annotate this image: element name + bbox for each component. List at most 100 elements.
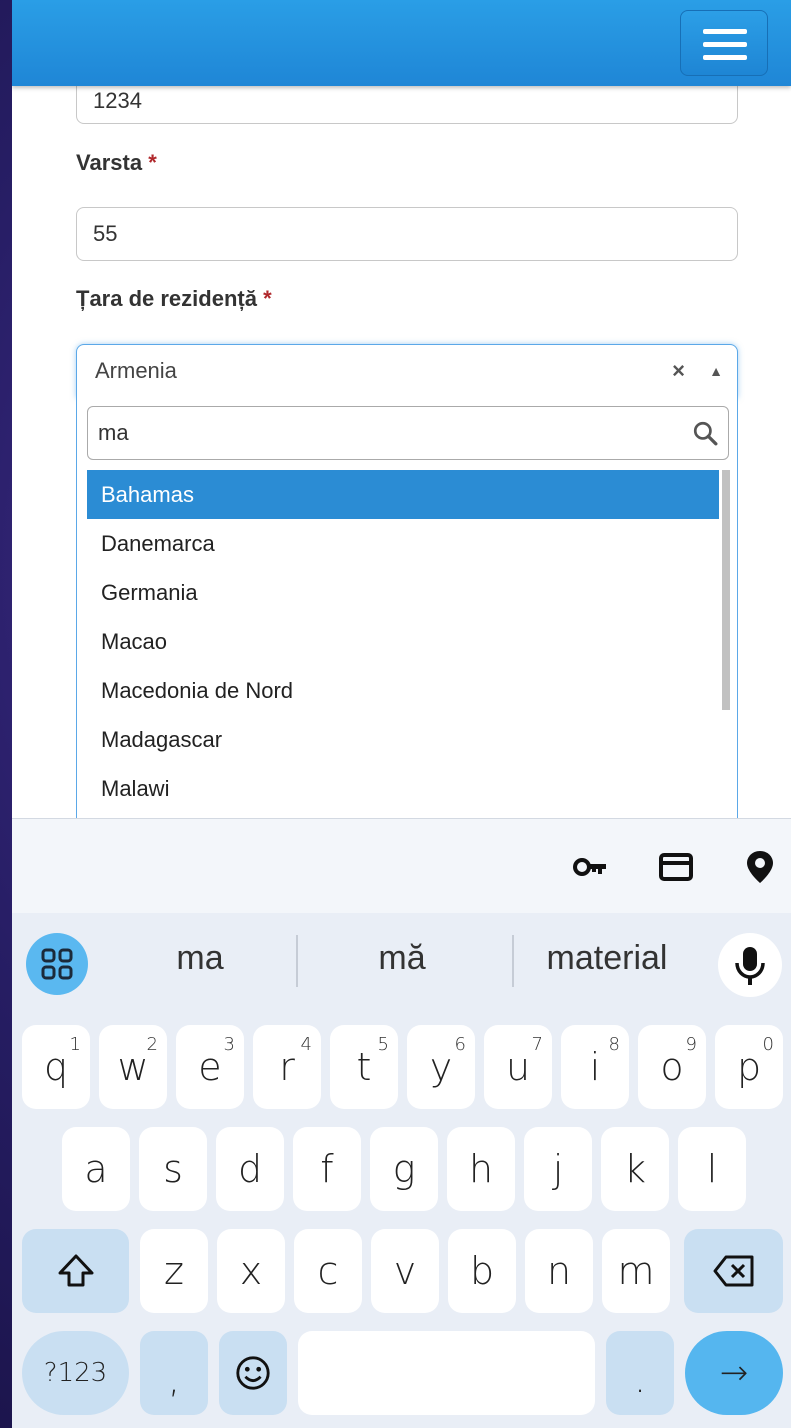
letter-key[interactable]: j: [524, 1127, 592, 1211]
autofill-bar: [12, 819, 791, 913]
country-selected-value: Armenia: [95, 358, 177, 383]
letter-key[interactable]: e3: [176, 1025, 244, 1109]
letter-key-label: j: [552, 1147, 564, 1191]
letter-key[interactable]: i8: [561, 1025, 629, 1109]
letter-key-label: u: [505, 1045, 531, 1089]
letter-key[interactable]: f: [293, 1127, 361, 1211]
letter-key[interactable]: g: [370, 1127, 438, 1211]
dropdown-scrollbar[interactable]: [722, 470, 730, 710]
emoji-key[interactable]: [219, 1331, 287, 1415]
key-number-hint: 5: [377, 1034, 389, 1055]
letter-key[interactable]: x: [217, 1229, 285, 1313]
country-option[interactable]: Madagascar: [87, 715, 719, 764]
letter-key[interactable]: t5: [330, 1025, 398, 1109]
country-option[interactable]: Macedonia de Nord: [87, 666, 719, 715]
space-bar[interactable]: [298, 1331, 595, 1415]
credit-card-icon[interactable]: [658, 849, 694, 885]
letter-key-label: t: [356, 1045, 372, 1089]
letter-key[interactable]: n: [525, 1229, 593, 1313]
location-pin-icon[interactable]: [742, 849, 778, 885]
letter-key[interactable]: m: [602, 1229, 670, 1313]
letter-key[interactable]: l: [678, 1127, 746, 1211]
letter-key[interactable]: r4: [253, 1025, 321, 1109]
letter-key[interactable]: v: [371, 1229, 439, 1313]
letter-key[interactable]: s: [139, 1127, 207, 1211]
menu-icon-bar: [703, 42, 747, 47]
letter-key[interactable]: d: [216, 1127, 284, 1211]
letter-key-label: c: [317, 1249, 339, 1293]
country-option[interactable]: Germania: [87, 568, 719, 617]
key-number-hint: 3: [223, 1034, 235, 1055]
menu-icon-bar: [703, 55, 747, 60]
letter-key-label: a: [84, 1147, 108, 1191]
letter-key[interactable]: q1: [22, 1025, 90, 1109]
key-number-hint: 4: [300, 1034, 312, 1055]
symbols-key[interactable]: ?123: [22, 1331, 129, 1415]
emoji-icon: [236, 1356, 270, 1390]
letter-key-label: v: [393, 1249, 417, 1293]
country-option[interactable]: Danemarca: [87, 519, 719, 568]
letter-key-label: d: [237, 1147, 263, 1191]
country-label: Țara de rezidență *: [76, 286, 272, 311]
country-options-list: Bahamas Danemarca Germania Macao Macedonia d…: [87, 470, 719, 813]
letter-key[interactable]: h: [447, 1127, 515, 1211]
letter-key-label: k: [623, 1147, 646, 1191]
shift-icon: [58, 1254, 93, 1287]
enter-key[interactable]: →: [685, 1331, 783, 1415]
comma-key-label: ,: [167, 1357, 181, 1401]
letter-key-label: w: [117, 1045, 149, 1089]
comma-key[interactable]: ,: [140, 1331, 208, 1415]
letter-key-label: g: [392, 1147, 416, 1191]
letter-key-label: h: [468, 1147, 494, 1191]
apps-grid-button[interactable]: [26, 933, 88, 995]
key-number-hint: 2: [146, 1034, 158, 1055]
shift-key[interactable]: [22, 1229, 129, 1313]
letter-key-label: n: [546, 1249, 572, 1293]
microphone-button[interactable]: [718, 933, 782, 997]
country-option[interactable]: Malawi: [87, 764, 719, 813]
hamburger-menu-button[interactable]: [680, 10, 768, 76]
clear-icon[interactable]: ×: [672, 345, 685, 397]
letter-key[interactable]: o9: [638, 1025, 706, 1109]
suggestion-word[interactable]: mă: [342, 939, 462, 978]
country-select[interactable]: Armenia × ▲: [76, 344, 738, 398]
letter-key-label: x: [239, 1249, 263, 1293]
letter-key[interactable]: u7: [484, 1025, 552, 1109]
letter-key[interactable]: z: [140, 1229, 208, 1313]
chevron-up-icon[interactable]: ▲: [709, 345, 723, 397]
suggestion-divider: [512, 935, 514, 987]
country-search-input[interactable]: ma: [87, 406, 729, 460]
suggestion-divider: [296, 935, 298, 987]
menu-icon-bar: [703, 29, 747, 34]
top-number-value: 1234: [93, 88, 142, 113]
letter-key[interactable]: y6: [407, 1025, 475, 1109]
search-query: ma: [98, 420, 129, 445]
suggestion-strip: ma mă material: [12, 917, 791, 1013]
key-icon[interactable]: [572, 849, 608, 885]
letter-key-label: p: [736, 1045, 762, 1089]
letter-key[interactable]: p0: [715, 1025, 783, 1109]
letter-key-label: y: [429, 1045, 453, 1089]
period-key-label: .: [633, 1357, 647, 1401]
letter-key[interactable]: a: [62, 1127, 130, 1211]
age-input[interactable]: 55: [76, 207, 738, 261]
suggestion-word[interactable]: ma: [140, 939, 260, 978]
letter-key-label: o: [660, 1045, 684, 1089]
letter-key-label: l: [706, 1147, 718, 1191]
letter-key-label: s: [163, 1147, 183, 1191]
letter-key[interactable]: c: [294, 1229, 362, 1313]
suggestion-word[interactable]: material: [532, 939, 682, 978]
enter-key-label: →: [719, 1353, 749, 1393]
letter-key-label: r: [279, 1045, 295, 1089]
country-option[interactable]: Macao: [87, 617, 719, 666]
letter-key-label: e: [198, 1045, 222, 1089]
period-key[interactable]: .: [606, 1331, 674, 1415]
letter-key-label: z: [164, 1249, 184, 1293]
letter-key[interactable]: b: [448, 1229, 516, 1313]
letter-key[interactable]: k: [601, 1127, 669, 1211]
backspace-key[interactable]: [684, 1229, 783, 1313]
letter-key[interactable]: w2: [99, 1025, 167, 1109]
key-number-hint: 1: [69, 1034, 81, 1055]
country-option[interactable]: Bahamas: [87, 470, 719, 519]
key-number-hint: 0: [762, 1034, 774, 1055]
